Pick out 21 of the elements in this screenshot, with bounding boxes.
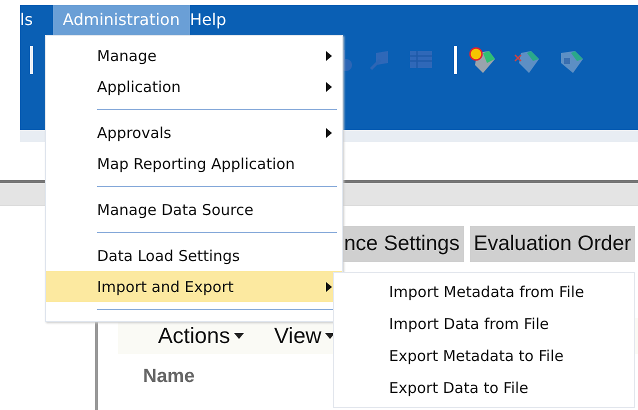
- menu-item[interactable]: Data Load Settings: [46, 240, 342, 271]
- new-cube-icon[interactable]: [467, 45, 497, 75]
- menu-bar-item[interactable]: ls: [20, 5, 43, 35]
- menu-item[interactable]: Export Data to File: [334, 372, 634, 404]
- menu-item[interactable]: Import and Export: [46, 271, 342, 302]
- menu-item[interactable]: Approvals: [46, 117, 342, 148]
- tab[interactable]: Evaluation Order: [470, 226, 636, 262]
- column-header[interactable]: Name: [143, 366, 195, 387]
- menu-item[interactable]: Import Data from File: [334, 308, 634, 340]
- caret-icon: [234, 333, 244, 339]
- menu-item[interactable]: Map Reporting Application: [46, 148, 342, 179]
- dropdown-button[interactable]: View: [274, 323, 336, 349]
- menu-item[interactable]: Export Metadata to File: [334, 340, 634, 372]
- caret-icon: [325, 333, 336, 339]
- menu-item[interactable]: Manage: [46, 40, 342, 71]
- dropdown-button[interactable]: Actions: [158, 323, 244, 349]
- menu-item[interactable]: Application: [46, 71, 342, 102]
- grid-icon[interactable]: [408, 49, 434, 71]
- menu-bar-item[interactable]: Help: [190, 5, 236, 35]
- menu-item[interactable]: Manage Data Source: [46, 194, 342, 225]
- tab[interactable]: nce Settings: [340, 226, 464, 262]
